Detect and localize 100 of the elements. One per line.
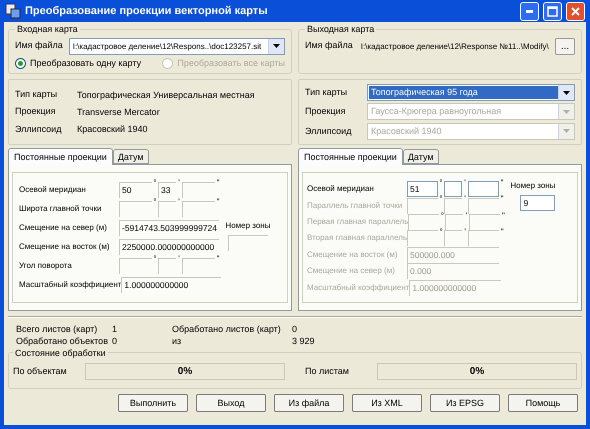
seconds-field[interactable] (182, 182, 215, 198)
radio-option[interactable]: Преобразовать одну карту (15, 58, 142, 68)
seconds-field[interactable] (182, 201, 215, 217)
minutes-field[interactable] (444, 198, 462, 214)
group-title: Входная карта (16, 24, 79, 34)
tab[interactable]: Датум (402, 149, 439, 164)
zone-field[interactable]: 9 (520, 195, 556, 211)
minutes-field[interactable] (444, 181, 462, 198)
maximize-button[interactable] (543, 2, 562, 20)
seconds-field[interactable] (469, 214, 500, 230)
field-label: Масштабный коэффициент (19, 280, 122, 290)
field-label: Параллель главной точки (307, 200, 404, 211)
info-label: Проекция (15, 106, 56, 118)
field-label: Смещение на восток (м) (19, 242, 110, 252)
stat-value: 1 (112, 324, 118, 336)
degree-mark: ° (438, 179, 444, 187)
field-label: Имя файла (305, 40, 353, 52)
minimize-button[interactable] (520, 2, 539, 20)
degree-mark: ° (438, 195, 444, 204)
zone-label: Номер зоны (225, 221, 270, 231)
app-icon (5, 3, 21, 19)
info-value: Transverse Mercator (77, 106, 160, 117)
stat-label: Обработано объектов (16, 336, 109, 348)
file-dropdown[interactable]: I:\кадастровое деление\12\Respons..\doc123257.sit (68, 38, 285, 54)
close-button[interactable] (566, 2, 585, 20)
field-label: Осевой меридиан (19, 185, 87, 195)
minute-mark: ' (177, 198, 181, 206)
degrees-field[interactable] (407, 198, 438, 214)
progress-bar: 0% (85, 363, 285, 380)
action-button[interactable]: Выход (196, 394, 266, 412)
browse-button[interactable]: ... (555, 38, 575, 54)
seconds-field[interactable] (468, 230, 500, 246)
minute-mark: ' (177, 179, 181, 187)
second-mark: " (216, 255, 220, 263)
field-label: Осевой меридиан (307, 184, 375, 194)
seconds-field[interactable] (468, 181, 499, 198)
minimize-icon (526, 10, 533, 12)
field-label: Первая главная параллель (307, 217, 408, 228)
field-label: Имя файла (15, 40, 63, 52)
info-label: Тип карты (15, 89, 58, 100)
minute-mark: ' (463, 195, 467, 204)
minutes-field[interactable] (445, 214, 464, 230)
field-label: Смещение на север (м) (307, 266, 396, 276)
map-dropdown[interactable]: Топографическая 95 года (367, 84, 575, 102)
seconds-field[interactable] (468, 198, 499, 214)
minute-mark: ' (177, 255, 181, 263)
action-button[interactable]: Из EPSG (430, 394, 500, 412)
field-label: Широта главной точки (19, 204, 102, 214)
second-mark: " (500, 195, 504, 204)
value-field[interactable]: 2250000.000000000000 (119, 239, 219, 255)
group-title: Состояние обработки (14, 348, 107, 358)
field-label: Масштабный коэффициент (307, 282, 410, 293)
degrees-field[interactable] (119, 201, 152, 217)
info-label: Эллипсоид (15, 124, 62, 135)
info-value: Топографическая Универсальная местная (77, 90, 255, 100)
minute-mark: ' (463, 179, 467, 187)
progress-label: По листам (305, 366, 350, 378)
second-mark: " (216, 198, 220, 206)
degrees-field[interactable]: 51 (407, 181, 438, 198)
stat-label: из (172, 336, 182, 348)
degrees-field[interactable] (119, 258, 152, 274)
info-value: Красовский 1940 (77, 124, 148, 134)
close-icon (571, 6, 580, 16)
maximize-icon (547, 6, 558, 16)
action-button[interactable]: Помощь (508, 394, 578, 412)
zone-label: Номер зоны (510, 181, 556, 191)
value-field[interactable]: -5914743.503999999724 (119, 220, 219, 236)
stat-label: Обработано листов (карт) (172, 324, 282, 336)
minute-mark: ' (463, 228, 467, 236)
degree-mark: ° (152, 255, 158, 263)
degrees-field[interactable] (408, 214, 440, 230)
degrees-field[interactable]: 50 (119, 182, 152, 198)
degrees-field[interactable] (407, 230, 438, 246)
progress-label: По объектам (13, 366, 68, 378)
tab[interactable]: Датум (112, 149, 149, 164)
tab[interactable]: Постоянные проекции (8, 148, 113, 165)
minutes-field[interactable] (158, 258, 176, 274)
window-title: Преобразование проекции векторной карты (25, 5, 269, 17)
value-field[interactable]: 1.000000000000 (121, 277, 222, 293)
minutes-field[interactable] (444, 230, 462, 246)
second-mark: " (500, 228, 505, 236)
minutes-field[interactable] (158, 201, 176, 217)
field-label: Вторая главная параллель (307, 233, 408, 244)
field-label: Смещение на север (м) (19, 223, 108, 233)
degree-mark: ° (152, 198, 158, 206)
second-mark: " (216, 179, 220, 187)
action-button[interactable]: Выполнить (118, 394, 188, 412)
degree-mark: ° (152, 179, 158, 187)
tab[interactable]: Постоянные проекции (298, 148, 403, 165)
action-button[interactable]: Из XML (352, 394, 422, 412)
stat-label: Всего листов (карт) (16, 324, 98, 336)
file-path: I:\кадастровое деление\12\Response №11..\Modify\ (360, 40, 549, 53)
degree-mark: ° (440, 212, 445, 220)
action-button[interactable]: Из файла (274, 394, 344, 412)
minutes-field[interactable]: 33 (158, 182, 176, 198)
info-label: Тип карты (305, 87, 348, 98)
zone-field[interactable] (228, 235, 268, 251)
degree-mark: ° (438, 228, 444, 236)
seconds-field[interactable] (182, 258, 215, 274)
field-label: Смещение на восток (м) (307, 250, 398, 260)
